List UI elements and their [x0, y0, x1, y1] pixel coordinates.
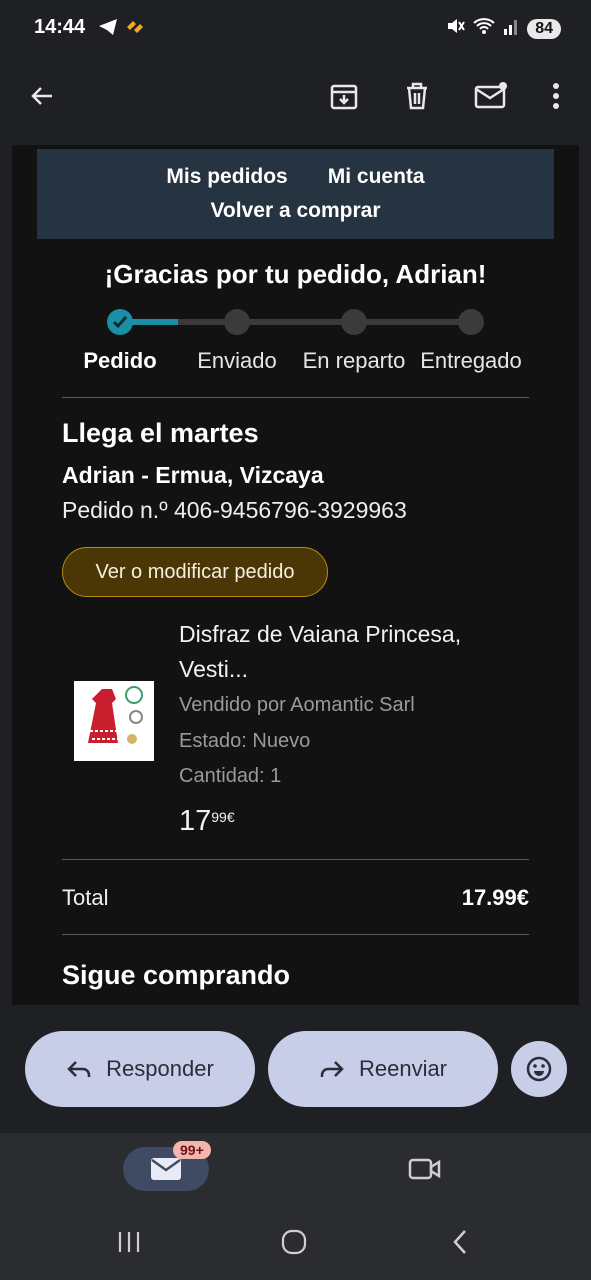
- recipient-text: Adrian - Ermua, Vizcaya: [62, 462, 324, 488]
- status-time: 14:44: [34, 16, 86, 38]
- email-body: Mis pedidos Mi cuenta Volver a comprar ¡…: [12, 145, 579, 1005]
- more-vert-icon: [553, 83, 559, 109]
- my-account-link[interactable]: Mi cuenta: [328, 165, 425, 189]
- home-button[interactable]: [270, 1218, 318, 1266]
- step-dot-shipped: [224, 309, 250, 335]
- email-nav-header: Mis pedidos Mi cuenta Volver a comprar: [37, 149, 554, 239]
- forward-icon: [320, 1061, 344, 1077]
- mark-unread-icon: [474, 82, 507, 109]
- meet-tab[interactable]: [401, 1145, 449, 1193]
- step-dot-ordered: [107, 309, 133, 335]
- modify-order-button[interactable]: Ver o modificar pedido: [62, 547, 328, 597]
- price-fraction: 99€: [211, 809, 235, 825]
- bottom-navigation: 99+: [0, 1133, 591, 1205]
- arrival-heading: Llega el martes: [62, 418, 259, 448]
- step-label-delivered: Entregado: [420, 348, 522, 373]
- chevron-left-icon: [453, 1230, 466, 1254]
- recent-apps-icon: [118, 1232, 140, 1252]
- divider: [62, 859, 529, 860]
- emoji-reaction-button[interactable]: [511, 1041, 567, 1097]
- total-label: Total: [62, 885, 109, 910]
- emoji-icon: [526, 1056, 552, 1082]
- product-seller: Vendido por Aomantic Sarl: [179, 694, 415, 716]
- step-label-out-for-delivery: En reparto: [302, 348, 406, 373]
- forward-button[interactable]: Reenviar: [268, 1031, 498, 1107]
- status-bar: 14:44 84: [0, 0, 591, 56]
- more-options-button[interactable]: [532, 72, 580, 120]
- email-nav-links: Mis pedidos Mi cuenta: [37, 165, 554, 189]
- product-image[interactable]: [74, 681, 154, 761]
- mute-icon: [445, 16, 466, 41]
- delete-button[interactable]: [393, 72, 441, 120]
- reply-label: Responder: [106, 1056, 214, 1081]
- divider: [62, 397, 529, 398]
- signal-icon: [503, 17, 519, 40]
- system-back-button[interactable]: [436, 1218, 484, 1266]
- home-icon: [281, 1229, 307, 1255]
- unread-badge: 99+: [173, 1141, 211, 1159]
- battery-indicator: 84: [527, 18, 561, 39]
- product-title[interactable]: Disfraz de Vaiana Princesa, Vesti...: [179, 617, 519, 687]
- mail-icon: [151, 1158, 181, 1180]
- recent-apps-button[interactable]: [105, 1218, 153, 1266]
- total-value: 17.99€: [461, 885, 529, 910]
- arrow-left-icon: [31, 87, 52, 105]
- status-right: 84: [445, 16, 561, 41]
- mark-unread-button[interactable]: [467, 72, 515, 120]
- app-notification-icon: [124, 18, 146, 41]
- delete-icon: [407, 82, 427, 110]
- system-navigation-bar: [0, 1205, 591, 1280]
- buy-again-link[interactable]: Volver a comprar: [37, 199, 554, 223]
- telegram-icon: [98, 18, 118, 41]
- step-label-shipped: Enviado: [197, 348, 277, 373]
- archive-icon: [330, 84, 358, 110]
- video-camera-icon: [408, 1158, 441, 1180]
- product-condition: Estado: Nuevo: [179, 730, 311, 752]
- back-button[interactable]: [18, 72, 66, 120]
- thanks-heading: ¡Gracias por tu pedido, Adrian!: [104, 259, 487, 289]
- keep-shopping-heading: Sigue comprando: [62, 960, 291, 990]
- product-price: 1799€: [179, 805, 235, 838]
- reply-button[interactable]: Responder: [25, 1031, 255, 1107]
- product-quantity: Cantidad: 1: [179, 765, 282, 787]
- step-label-ordered: Pedido: [83, 348, 157, 373]
- divider: [62, 934, 529, 935]
- archive-button[interactable]: [320, 72, 368, 120]
- app-bar: [0, 56, 591, 144]
- forward-label: Reenviar: [358, 1056, 448, 1081]
- order-number: Pedido n.º 406-9456796-3929963: [62, 497, 407, 523]
- step-dot-out-for-delivery: [341, 309, 367, 335]
- wifi-icon: [473, 16, 495, 41]
- reply-icon: [67, 1061, 91, 1077]
- my-orders-link[interactable]: Mis pedidos: [166, 165, 287, 189]
- step-dot-delivered: [458, 309, 484, 335]
- price-whole: 17: [179, 805, 212, 837]
- check-icon: [112, 316, 128, 329]
